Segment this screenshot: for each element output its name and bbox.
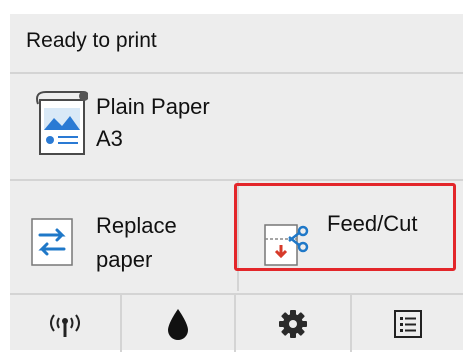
paper-size: A3: [96, 126, 123, 151]
status-bar: Ready to print: [10, 14, 463, 74]
bottom-toolbar: [10, 293, 463, 352]
replace-paper-label-line1: Replace: [96, 213, 177, 238]
ink-button[interactable]: [122, 295, 236, 352]
wireless-button[interactable]: [10, 295, 122, 352]
printer-panel: Ready to print Plain Paper A3 Replace pa…: [10, 14, 463, 352]
gear-icon: [279, 309, 307, 338]
replace-paper-button[interactable]: Replace paper: [10, 181, 239, 291]
ink-drop-icon: [168, 308, 188, 340]
wireless-icon: [50, 313, 80, 337]
replace-paper-icon: [31, 218, 73, 266]
settings-button[interactable]: [236, 295, 352, 352]
list-icon: [393, 309, 422, 338]
paper-roll-icon: [36, 91, 88, 155]
feed-cut-button[interactable]: Feed/Cut: [239, 181, 463, 291]
paper-type: Plain Paper: [96, 94, 210, 119]
menu-button[interactable]: [352, 295, 463, 352]
replace-paper-label-line2: paper: [96, 247, 153, 272]
feed-cut-label: Feed/Cut: [327, 211, 418, 236]
feed-cut-icon: [264, 224, 309, 266]
paper-settings-button[interactable]: Plain Paper A3: [10, 74, 463, 181]
replace-paper-label: Replace paper: [96, 209, 177, 277]
status-text: Ready to print: [26, 29, 157, 52]
